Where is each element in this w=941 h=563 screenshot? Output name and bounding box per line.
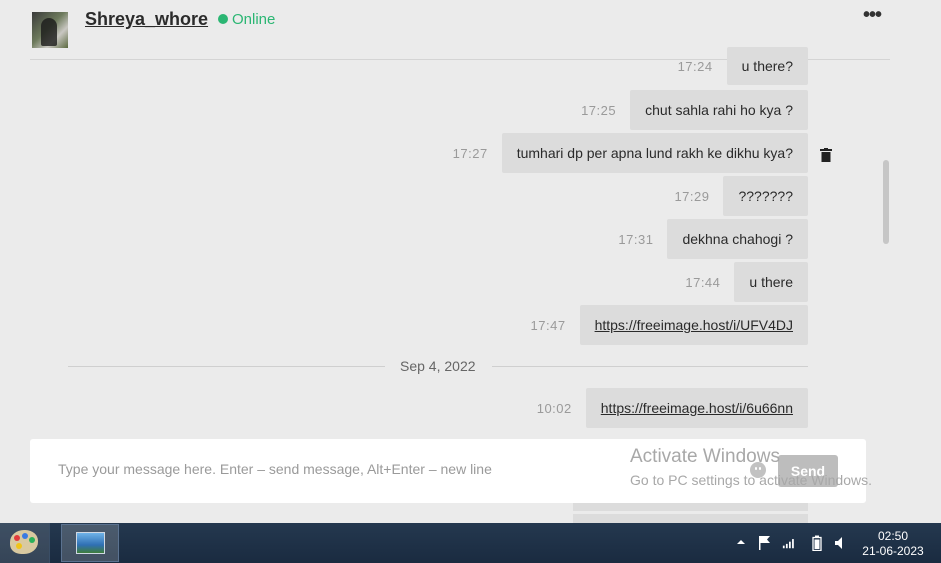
online-status-text: Online	[232, 11, 276, 28]
date-separator: Sep 4, 2022	[68, 358, 808, 376]
delete-message-icon[interactable]	[820, 148, 832, 162]
message-bubble[interactable]: tumhari dp per apna lund rakh ke dikhu k…	[501, 133, 808, 173]
message-bubble[interactable]: u there?	[726, 47, 808, 85]
message-bubble[interactable]: u there	[734, 262, 808, 302]
message-time: 17:24	[677, 58, 713, 74]
message-time: 17:44	[685, 274, 721, 290]
message-row: 17:44 u there	[685, 262, 808, 302]
message-row: 17:25 chut sahla rahi ho kya ?	[581, 90, 808, 130]
message-bubble[interactable]: ???????	[723, 176, 808, 216]
message-time: 17:47	[530, 317, 566, 333]
scrollbar-thumb[interactable]	[883, 160, 889, 244]
image-viewer-icon	[76, 532, 105, 554]
clock-time: 02:50	[877, 529, 909, 543]
message-row: 17:24 u there?	[678, 47, 808, 85]
message-time: 17:25	[581, 102, 617, 118]
volume-icon[interactable]	[833, 535, 847, 551]
start-button[interactable]	[0, 523, 50, 563]
battery-icon[interactable]	[810, 535, 824, 551]
system-clock[interactable]: 02:50 21-06-2023	[862, 529, 924, 559]
message-link[interactable]: https://freeimage.host/i/UFV4DJ	[579, 305, 808, 345]
separator-line	[492, 366, 808, 367]
message-time: 17:27	[452, 145, 488, 161]
date-label: Sep 4, 2022	[400, 358, 476, 374]
send-button[interactable]: Send	[778, 455, 838, 487]
avatar[interactable]	[32, 12, 68, 48]
taskbar: 02:50 21-06-2023	[0, 523, 941, 563]
message-composer: Send	[30, 439, 866, 503]
message-bubble-partial	[573, 503, 808, 511]
message-bubble[interactable]: chut sahla rahi ho kya ?	[630, 90, 808, 130]
clock-date: 21-06-2023	[862, 544, 924, 558]
message-row: 17:29 ???????	[674, 176, 808, 216]
taskbar-app-photos[interactable]	[61, 524, 119, 562]
paint-palette-icon	[10, 530, 38, 554]
message-row: 17:27 tumhari dp per apna lund rakh ke d…	[453, 133, 808, 173]
message-time: 10:02	[536, 400, 572, 416]
more-options-icon[interactable]: •••	[860, 5, 884, 28]
contact-name[interactable]: Shreya_whore	[85, 9, 208, 30]
message-row: 17:31 dekhna chahogi ?	[618, 219, 808, 259]
message-time: 17:31	[618, 231, 654, 247]
signal-icon[interactable]	[782, 535, 796, 551]
message-row: 10:02 https://freeimage.host/i/6u66nn	[537, 388, 808, 428]
flag-icon[interactable]	[758, 535, 772, 551]
message-bubble[interactable]: dekhna chahogi ?	[667, 219, 808, 259]
message-time: 17:29	[674, 188, 710, 204]
chevron-up-icon[interactable]	[736, 537, 746, 547]
message-input[interactable]	[58, 461, 578, 477]
smiley-icon[interactable]	[750, 462, 766, 478]
message-row: 17:47 https://freeimage.host/i/UFV4DJ	[531, 305, 808, 345]
online-status-dot	[218, 14, 228, 24]
message-bubble-partial	[573, 514, 808, 523]
separator-line	[68, 366, 385, 367]
message-link[interactable]: https://freeimage.host/i/6u66nn	[585, 388, 808, 428]
